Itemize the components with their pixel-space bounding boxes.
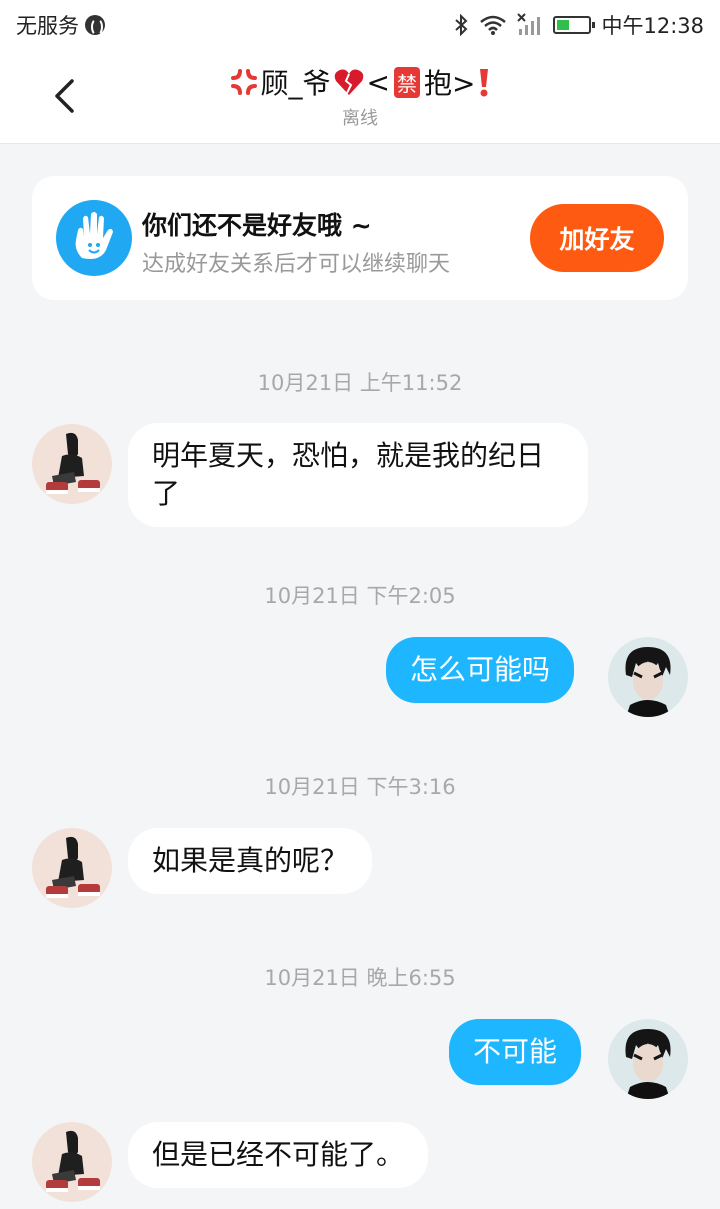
status-bar: 无服务 中午12:38 — [0, 0, 720, 50]
message-timestamp: 10月21日 晚上6:55 — [264, 966, 456, 990]
back-button[interactable] — [44, 74, 84, 118]
message-bubble-incoming[interactable]: 但是已经不可能了。 — [128, 1122, 429, 1188]
contact-name: 顾_爷 — [260, 67, 331, 100]
contact-avatar[interactable] — [32, 828, 112, 908]
broken-heart-icon — [334, 69, 363, 95]
message-bubble-outgoing[interactable]: 怎么可能吗 — [386, 637, 575, 703]
message-bubble-incoming[interactable]: 如果是真的呢？ — [128, 828, 373, 894]
chevron-left-icon — [55, 79, 74, 113]
chat-header: 顾_爷 < 禁 抱> 离线 — [0, 50, 720, 144]
title-lt: < — [366, 65, 390, 99]
message-timestamp: 10月21日 上午11:52 — [257, 371, 463, 395]
wifi-icon — [480, 15, 507, 35]
message-timestamp: 10月21日 下午2:05 — [264, 584, 456, 608]
status-left: 无服务 — [16, 10, 105, 40]
user-avatar[interactable] — [608, 637, 688, 717]
title-suffix: 抱> — [424, 67, 476, 100]
online-status: 离线 — [342, 108, 378, 129]
contact-avatar[interactable] — [32, 1122, 112, 1202]
message-bubble-outgoing[interactable]: 不可能 — [449, 1019, 582, 1085]
add-friend-card: 你们还不是好友哦 ~ 达成好友关系后才可以继续聊天 加好友 — [32, 176, 688, 300]
status-right: 中午12:38 — [453, 10, 704, 40]
bluetooth-icon — [455, 14, 468, 36]
anger-symbol-icon — [230, 69, 257, 95]
contact-avatar[interactable] — [32, 424, 112, 504]
signal-icon — [517, 13, 541, 35]
chat-title: 顾_爷 < 禁 抱> — [150, 62, 570, 102]
card-subtitle: 达成好友关系后才可以继续聊天 — [142, 252, 451, 277]
message-bubble-incoming[interactable]: 明年夏天，恐怕，就是我的纪日了 — [128, 423, 588, 527]
hand-wave-icon — [56, 200, 132, 276]
message-timestamp: 10月21日 下午3:16 — [264, 775, 456, 799]
exclamation-icon — [480, 69, 489, 97]
clock-text: 中午12:38 — [601, 14, 704, 38]
carrier-text: 无服务 — [16, 14, 79, 38]
card-title: 你们还不是好友哦 ~ — [142, 211, 372, 240]
chat-title-wrap: 顾_爷 < 禁 抱> 离线 — [150, 62, 570, 130]
globe-icon — [85, 15, 105, 36]
battery-icon — [553, 16, 596, 34]
add-friend-button[interactable]: 加好友 — [530, 204, 664, 272]
user-avatar[interactable] — [608, 1019, 688, 1099]
ban-badge: 禁 — [394, 66, 420, 98]
